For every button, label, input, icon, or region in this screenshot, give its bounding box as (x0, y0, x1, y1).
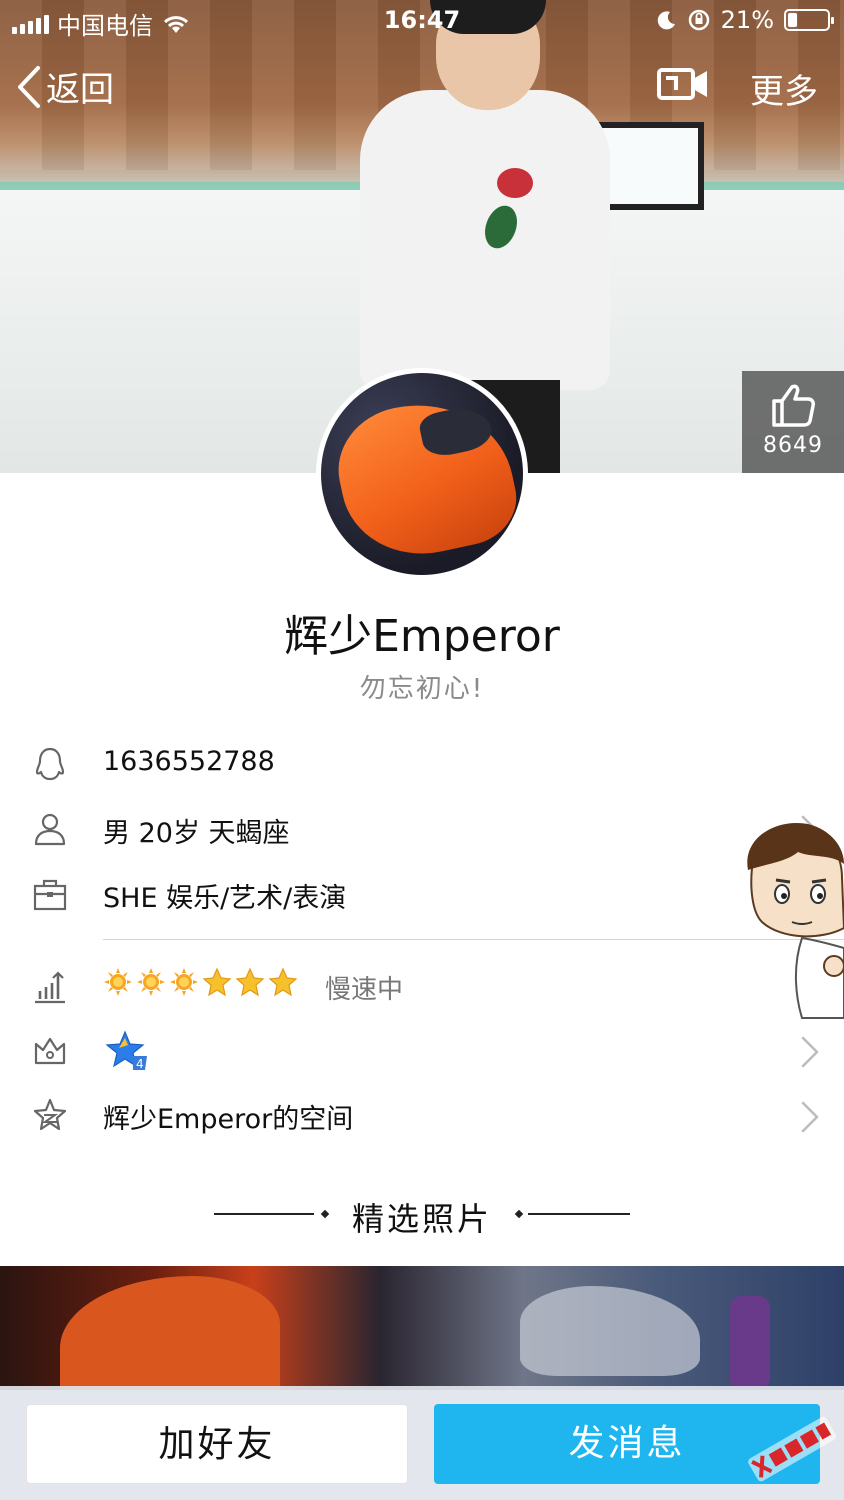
nav-bar: 返回 更多 (0, 52, 844, 122)
status-bar: 中国电信 16:47 21% (0, 0, 844, 44)
cover-shirt-flower (497, 168, 533, 198)
qzone-row[interactable]: 辉少Emperor的空间 (0, 1083, 844, 1147)
chevron-right-icon (801, 1036, 819, 1068)
person-icon (34, 813, 66, 846)
cover-monitor (596, 122, 704, 210)
featured-photos[interactable] (0, 1266, 844, 1390)
avatar-car (327, 386, 523, 570)
basic-info-row[interactable]: 男 20岁 天蝎座 (0, 797, 844, 861)
section-line-right (528, 1213, 630, 1215)
chevron-left-icon (18, 65, 40, 108)
like-button[interactable]: 8649 (742, 371, 844, 473)
sun-icon (137, 968, 165, 996)
avatar[interactable] (316, 368, 528, 580)
vip-row[interactable]: 4 (0, 1018, 844, 1082)
level-status: 慢速中 (325, 975, 404, 1005)
video-call-icon[interactable] (656, 64, 710, 104)
star-icon (202, 967, 232, 997)
vip-star-badge-icon: 4 (105, 1030, 147, 1071)
occupation: SHE 娱乐/艺术/表演 (103, 883, 347, 914)
basic-info: 男 20岁 天蝎座 (103, 818, 290, 849)
photos-section-title: 精选照片 (351, 1200, 492, 1238)
moon-icon (657, 11, 675, 30)
crown-icon (34, 1037, 66, 1065)
qzone-label: 辉少Emperor的空间 (103, 1104, 354, 1135)
profile-signature: 勿忘初心! (359, 674, 485, 704)
bar-chart-icon (35, 971, 65, 1004)
level-badges (103, 967, 298, 997)
penguin-icon (35, 747, 65, 781)
qq-number-row[interactable]: 1636552788 (0, 732, 844, 796)
star-icon (235, 967, 265, 997)
photo-car (60, 1276, 280, 1390)
briefcase-icon (33, 879, 67, 911)
occupation-row[interactable]: SHE 娱乐/艺术/表演 (0, 862, 844, 926)
qq-number: 1636552788 (103, 746, 275, 777)
info-divider (103, 939, 844, 940)
photo-car-silver (520, 1286, 700, 1376)
sun-icon (104, 968, 132, 996)
watermark-logo-icon (748, 1416, 837, 1482)
thumbs-up-icon (772, 384, 815, 427)
cartoon-mascot-icon (747, 822, 844, 1019)
photo-person (730, 1296, 770, 1390)
rotation-lock-icon (688, 9, 709, 31)
back-button[interactable]: 返回 (14, 62, 114, 111)
svg-text:4: 4 (136, 1057, 144, 1071)
chevron-right-icon (801, 1101, 819, 1133)
more-button[interactable]: 更多 (750, 64, 818, 113)
battery-icon (784, 9, 834, 31)
cover-person-shirt (360, 90, 610, 390)
star-icon (268, 967, 298, 997)
photos-section-header: 精选照片 (0, 1192, 844, 1238)
back-label: 返回 (46, 70, 114, 110)
like-count: 8649 (763, 433, 823, 458)
bottom-action-bar: 加好友 发消息 (0, 1386, 844, 1500)
avatar-image (321, 373, 523, 575)
qzone-star-icon (33, 1098, 67, 1131)
sun-icon (170, 968, 198, 996)
battery-percent: 21% (720, 6, 774, 34)
profile-name: 辉少Emperor (284, 611, 560, 662)
add-friend-button[interactable]: 加好友 (26, 1404, 408, 1484)
level-row[interactable]: 慢速中 (0, 955, 844, 1019)
